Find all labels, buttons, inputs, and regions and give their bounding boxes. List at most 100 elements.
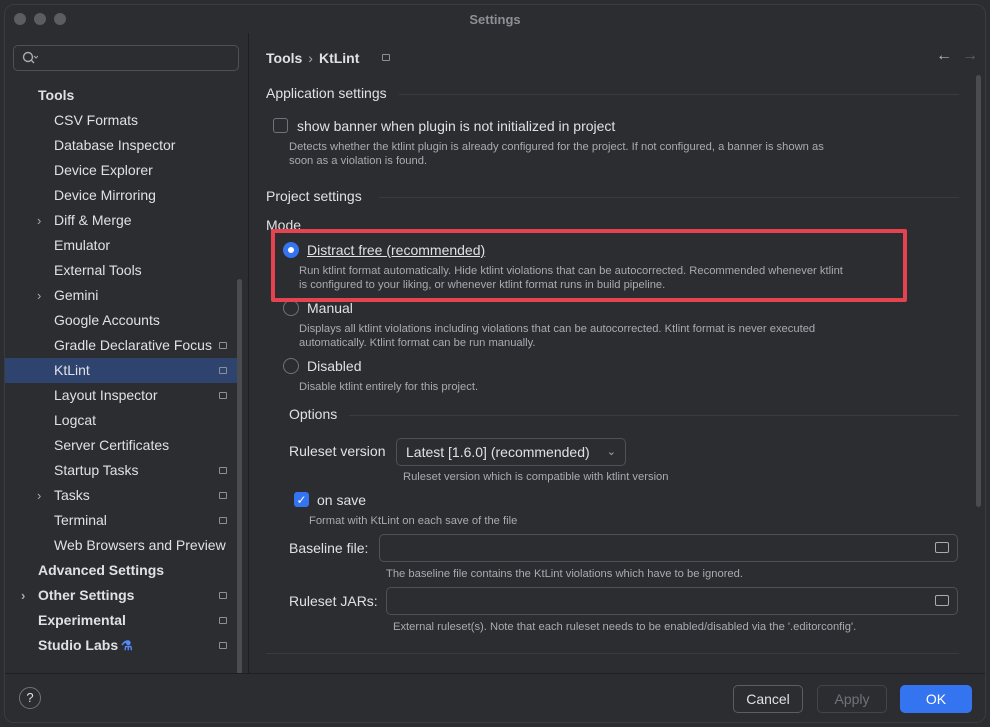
mode-manual-hint-2: automatically. Ktlint format can be run …	[299, 337, 536, 349]
project-scope-icon	[219, 642, 227, 649]
chevron-down-icon: ⌄	[606, 446, 616, 458]
forward-arrow-icon[interactable]: →	[962, 47, 978, 65]
breadcrumb: Tools › KtLint	[266, 50, 359, 66]
minimize-window-button[interactable]	[34, 13, 46, 25]
help-button[interactable]: ?	[19, 687, 41, 709]
sidebar-item-label: Tasks	[54, 487, 90, 503]
mode-manual-label[interactable]: Manual	[307, 300, 353, 316]
sidebar-item-advanced-settings[interactable]: Advanced Settings	[5, 558, 237, 583]
sidebar-item-csv-formats[interactable]: CSV Formats	[5, 108, 237, 133]
project-scope-icon	[219, 367, 227, 374]
ruleset-jars-input[interactable]	[386, 587, 958, 615]
search-input[interactable]	[13, 45, 239, 71]
titlebar: Settings	[5, 5, 985, 33]
sidebar-item-label: Logcat	[54, 412, 97, 428]
window-controls	[14, 13, 66, 25]
chevron-right-icon[interactable]: ›	[37, 483, 41, 508]
breadcrumb-tools[interactable]: Tools	[266, 50, 302, 66]
cancel-button[interactable]: Cancel	[733, 685, 803, 713]
options-heading: Options	[289, 406, 338, 422]
sidebar-item-diff-merge[interactable]: › Diff & Merge	[5, 208, 237, 233]
divider	[399, 94, 959, 95]
sidebar-item-label: Google Accounts	[54, 312, 160, 328]
project-settings-heading: Project settings	[266, 188, 362, 204]
sidebar-item-startup-tasks[interactable]: Startup Tasks	[5, 458, 237, 483]
mode-manual-radio[interactable]	[283, 300, 299, 316]
sidebar-scrollbar[interactable]	[237, 279, 242, 693]
on-save-checkbox[interactable]: ✓	[294, 492, 309, 507]
sidebar-item-experimental[interactable]: Experimental	[5, 608, 237, 633]
on-save-hint: Format with KtLint on each save of the f…	[309, 515, 518, 527]
ruleset-jars-label: Ruleset JARs:	[289, 593, 378, 609]
window-title: Settings	[469, 11, 521, 27]
sidebar-item-label: Diff & Merge	[54, 212, 132, 228]
apply-button[interactable]: Apply	[817, 685, 887, 713]
folder-icon[interactable]	[935, 595, 949, 606]
ok-button[interactable]: OK	[900, 685, 972, 713]
divider	[266, 653, 959, 654]
baseline-file-label: Baseline file:	[289, 540, 369, 556]
sidebar-item-label: Gradle Declarative Focus	[54, 337, 212, 353]
search-icon	[22, 51, 38, 64]
sidebar-item-ktlint[interactable]: KtLint	[5, 358, 237, 383]
ruleset-version-select[interactable]: Latest [1.6.0] (recommended) ⌄	[396, 438, 626, 466]
settings-sidebar: Tools CSV Formats Database Inspector Device…	[5, 33, 245, 693]
sidebar-item-label: Gemini	[54, 287, 99, 303]
sidebar-item-label: Database Inspector	[54, 137, 176, 153]
sidebar-item-gemini[interactable]: › Gemini	[5, 283, 237, 308]
sidebar-item-device-mirroring[interactable]: Device Mirroring	[5, 183, 237, 208]
settings-window: Settings Tools CSV Formats Database Inspec…	[4, 4, 986, 723]
sidebar-item-web-browsers-and-preview[interactable]: Web Browsers and Preview	[5, 533, 237, 558]
sidebar-item-device-explorer[interactable]: Device Explorer	[5, 158, 237, 183]
sidebar-item-tools[interactable]: Tools	[5, 83, 237, 108]
show-banner-label[interactable]: show banner when plugin is not initializ…	[297, 118, 615, 134]
sidebar-item-google-accounts[interactable]: Google Accounts	[5, 308, 237, 333]
chevron-right-icon[interactable]: ›	[21, 583, 25, 608]
divider	[379, 197, 959, 198]
sidebar-item-label: Device Mirroring	[54, 187, 156, 203]
mode-manual-hint: Displays all ktlint violations including…	[299, 323, 816, 335]
sidebar-item-terminal[interactable]: Terminal	[5, 508, 237, 533]
sidebar-item-label: Layout Inspector	[54, 387, 158, 403]
sidebar-item-gradle-declarative-focus[interactable]: Gradle Declarative Focus	[5, 333, 237, 358]
flask-icon: ⚗	[121, 638, 133, 653]
baseline-file-input[interactable]	[379, 534, 958, 562]
project-scope-icon	[382, 54, 390, 61]
breadcrumb-separator: ›	[308, 50, 313, 66]
close-window-button[interactable]	[14, 13, 26, 25]
content-scrollbar[interactable]	[976, 75, 981, 507]
sidebar-item-layout-inspector[interactable]: Layout Inspector	[5, 383, 237, 408]
sidebar-item-label: KtLint	[54, 362, 90, 378]
chevron-right-icon[interactable]: ›	[37, 208, 41, 233]
sidebar-item-emulator[interactable]: Emulator	[5, 233, 237, 258]
mode-disabled-radio[interactable]	[283, 358, 299, 374]
back-arrow-icon[interactable]: ←	[936, 47, 952, 65]
sidebar-item-label: Advanced Settings	[38, 562, 165, 578]
on-save-label[interactable]: on save	[317, 492, 366, 508]
sidebar-item-label: Device Explorer	[54, 162, 153, 178]
sidebar-item-database-inspector[interactable]: Database Inspector	[5, 133, 237, 158]
checkmark-icon: ✓	[296, 493, 307, 507]
sidebar-item-tasks[interactable]: › Tasks	[5, 483, 237, 508]
baseline-file-hint: The baseline file contains the KtLint vi…	[386, 568, 743, 580]
sidebar-item-label: Startup Tasks	[54, 462, 139, 478]
sidebar-item-label: Studio Labs	[38, 637, 119, 653]
project-scope-icon	[219, 617, 227, 624]
sidebar-item-other-settings[interactable]: › Other Settings	[5, 583, 237, 608]
sidebar-item-server-certificates[interactable]: Server Certificates	[5, 433, 237, 458]
mode-disabled-label[interactable]: Disabled	[307, 358, 361, 374]
zoom-window-button[interactable]	[54, 13, 66, 25]
sidebar-item-logcat[interactable]: Logcat	[5, 408, 237, 433]
show-banner-checkbox[interactable]	[273, 118, 288, 133]
folder-icon[interactable]	[935, 542, 949, 553]
dialog-footer: ? Cancel Apply OK	[5, 673, 985, 722]
sidebar-item-label: External Tools	[54, 262, 142, 278]
sidebar-item-external-tools[interactable]: External Tools	[5, 258, 237, 283]
mode-disabled-hint: Disable ktlint entirely for this project…	[299, 381, 479, 393]
project-scope-icon	[219, 517, 227, 524]
show-banner-hint: Detects whether the ktlint plugin is alr…	[289, 141, 824, 153]
chevron-right-icon[interactable]: ›	[37, 283, 41, 308]
ruleset-jars-hint: External ruleset(s). Note that each rule…	[393, 621, 857, 633]
sidebar-item-studio-labs[interactable]: Studio Labs ⚗	[5, 633, 237, 658]
application-settings-heading: Application settings	[266, 85, 387, 101]
